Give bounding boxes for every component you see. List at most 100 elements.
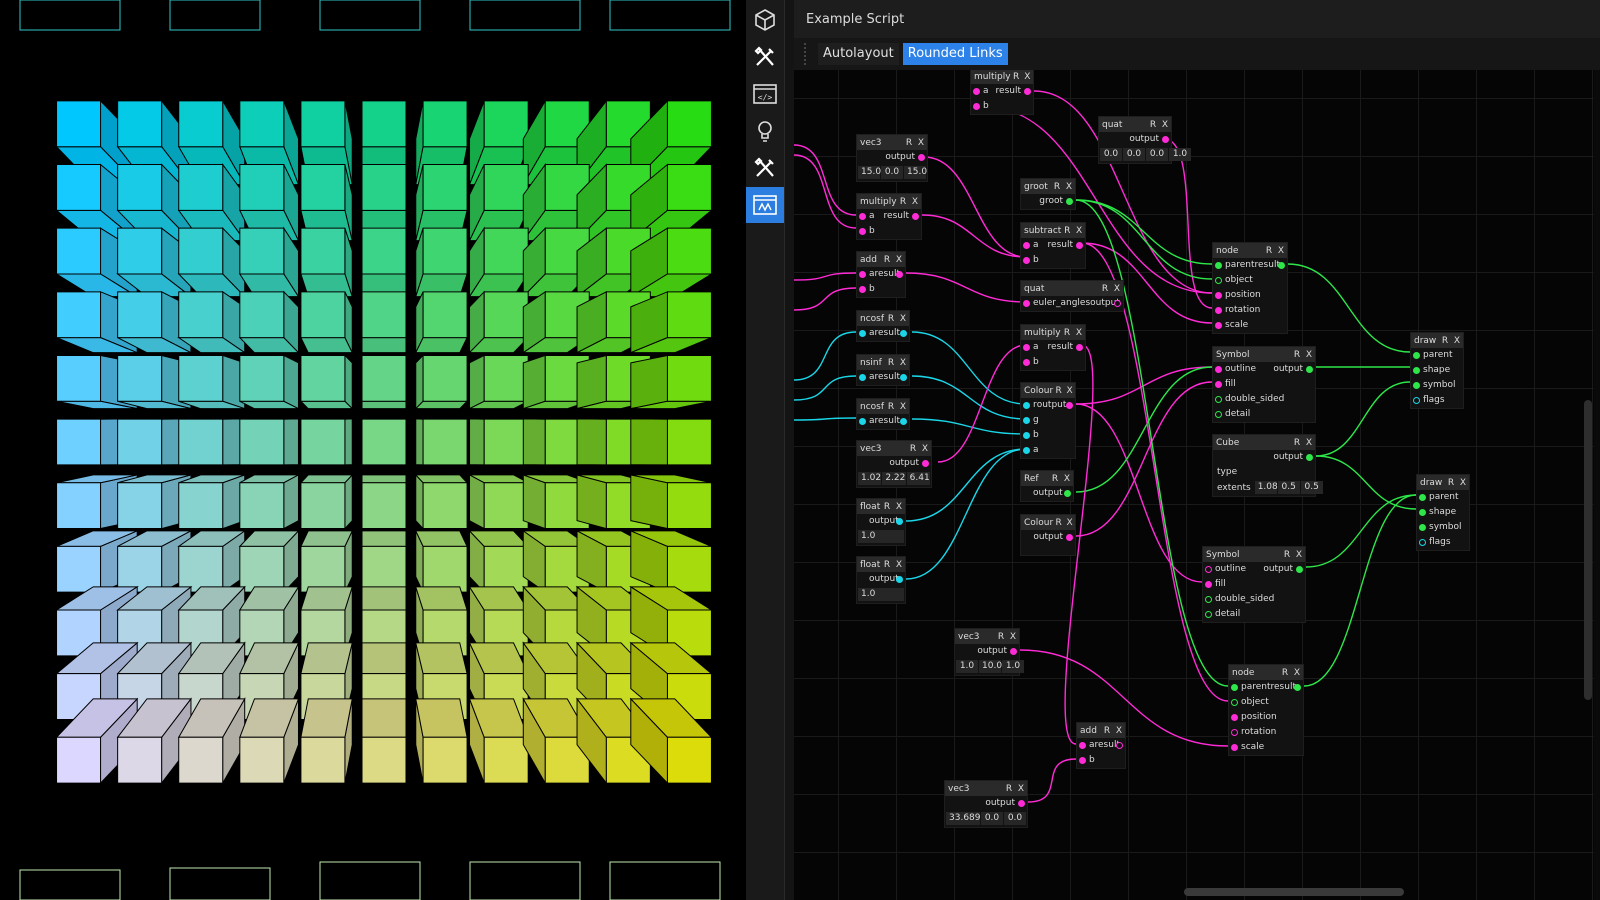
value-field[interactable]: 1.0 [1002,660,1024,673]
value-field[interactable]: 15.0 [858,166,881,179]
value-field[interactable]: 2.22 [882,472,906,485]
node-reset-button[interactable]: R [1101,726,1113,736]
3d-viewport[interactable] [0,0,746,900]
vertical-scrollbar[interactable] [1584,400,1592,700]
node-close-button[interactable]: X [1061,474,1073,484]
value-field[interactable]: 33.689 [946,812,981,825]
node-float[interactable]: float R X output 1.0 [856,556,906,604]
node-close-button[interactable]: X [919,444,931,454]
node-reset-button[interactable]: R [1099,284,1111,294]
node-draw[interactable]: draw R X parent shape symbol flags [1410,332,1464,409]
node-reset-button[interactable]: R [903,138,915,148]
node-multiply[interactable]: multiply R X a result b [856,193,922,240]
value-field[interactable]: 1.0 [858,530,904,543]
node-reset-button[interactable]: R [1003,784,1015,794]
node-symbol[interactable]: Symbol R X outline output fill double_sided… [1212,346,1316,423]
value-field[interactable]: 6.41 [906,472,930,485]
node-ncosf[interactable]: ncosf R X a result [856,310,910,342]
node-close-button[interactable]: X [893,560,905,570]
node-close-button[interactable]: X [1451,336,1463,346]
node-node[interactable]: node R X parent result object position rota… [1228,664,1304,756]
node-reset-button[interactable]: R [885,402,897,412]
node-quat[interactable]: quat R X output 0.0 0.0 0.0 1.0 [1098,116,1191,164]
node-close-button[interactable]: X [1275,246,1287,256]
node-close-button[interactable]: X [897,402,909,412]
node-reset-button[interactable]: R [1053,518,1064,528]
node-close-button[interactable]: X [1113,726,1125,736]
node-ncosf[interactable]: ncosf R X a result [856,398,910,430]
node-close-button[interactable]: X [1064,518,1075,528]
value-field[interactable]: 1.0 [1169,148,1191,161]
value-field[interactable]: 0.0 [881,166,903,179]
node-quat[interactable]: quat R X euler_angles output [1020,280,1124,312]
value-field[interactable]: 0.0 [1004,812,1026,825]
node-close-button[interactable]: X [1064,386,1075,396]
node-close-button[interactable]: X [1303,438,1315,448]
node-reset-button[interactable]: R [1263,246,1275,256]
code-icon[interactable]: </> [746,76,784,112]
node-vec3[interactable]: vec3 R X output 33.689 0.0 0.0 [944,780,1028,828]
node-close-button[interactable]: X [1073,226,1085,236]
node-reset-button[interactable]: R [881,502,893,512]
node-close-button[interactable]: X [1293,550,1305,560]
value-field[interactable]: 1.02 [858,472,882,485]
node-close-button[interactable]: X [1015,784,1027,794]
value-field[interactable]: 0.5 [1277,481,1300,494]
node-reset-button[interactable]: R [897,197,909,207]
node-add[interactable]: add R X a result b [856,251,906,298]
node-groot[interactable]: groot R X groot [1020,178,1076,210]
node-node[interactable]: node R X parent result object position rota… [1212,242,1288,334]
node-close-button[interactable]: X [1063,182,1075,192]
node-add[interactable]: add R X a result b [1076,722,1126,769]
node-reset-button[interactable]: R [881,560,893,570]
value-field[interactable]: 1.0 [956,660,978,673]
node-reset-button[interactable]: R [1051,182,1063,192]
node-reset-button[interactable]: R [885,358,897,368]
toolbar-grip[interactable] [804,43,810,65]
node-close-button[interactable]: X [1111,284,1123,294]
node-close-button[interactable]: X [897,314,909,324]
node-close-button[interactable]: X [1022,72,1033,82]
node-close-button[interactable]: X [893,255,905,265]
node-vec3[interactable]: vec3 R X output 1.0 10.0 1.0 [954,628,1024,676]
node-vec3[interactable]: vec3 R X output 1.02 2.22 6.41 [856,440,932,488]
node-reset-button[interactable]: R [1061,226,1073,236]
node-colour[interactable]: Colour R X r output g b a [1020,382,1076,459]
horizontal-scrollbar[interactable] [1184,888,1404,896]
node-vec3[interactable]: vec3 R X output 15.0 0.0 15.0 [856,134,928,182]
value-field[interactable]: 0.5 [1300,481,1323,494]
node-reset-button[interactable]: R [1281,550,1293,560]
node-reset-button[interactable]: R [1061,328,1073,338]
node-close-button[interactable]: X [1073,328,1085,338]
node-draw[interactable]: draw R X parent shape symbol flags [1416,474,1470,551]
value-field[interactable]: 0.0 [981,812,1003,825]
node-reset-button[interactable]: R [995,632,1007,642]
cube-icon[interactable] [746,2,784,38]
autolayout-button[interactable]: Autolayout [818,43,899,65]
node-close-button[interactable]: X [909,197,921,207]
node-ref[interactable]: Ref R X output [1020,470,1074,502]
node-close-button[interactable]: X [1457,478,1469,488]
node-close-button[interactable]: X [1291,668,1303,678]
node-close-button[interactable]: X [1159,120,1171,130]
value-field[interactable]: 0.0 [1123,148,1145,161]
node-cube[interactable]: Cube R X output type extents 1.08 0.5 0.5 [1212,434,1323,497]
node-close-button[interactable]: X [897,358,909,368]
node-reset-button[interactable]: R [881,255,893,265]
value-field[interactable]: 10.0 [979,660,1002,673]
node-reset-button[interactable]: R [1291,350,1303,360]
bulb-icon[interactable] [746,113,784,149]
node-reset-button[interactable]: R [1279,668,1291,678]
node-reset-button[interactable]: R [1147,120,1159,130]
value-field[interactable]: 1.08 [1254,481,1278,494]
tools-icon[interactable] [746,39,784,75]
node-reset-button[interactable]: R [1049,474,1061,484]
node-multiply[interactable]: multiply R X a result b [1020,324,1086,371]
node-reset-button[interactable]: R [1439,336,1451,346]
script-editor-icon[interactable] [746,187,784,223]
node-close-button[interactable]: X [915,138,927,148]
node-close-button[interactable]: X [1007,632,1019,642]
value-field[interactable]: 1.0 [858,588,904,601]
node-reset-button[interactable]: R [1291,438,1303,448]
node-subtract[interactable]: subtract R X a result b [1020,222,1086,269]
